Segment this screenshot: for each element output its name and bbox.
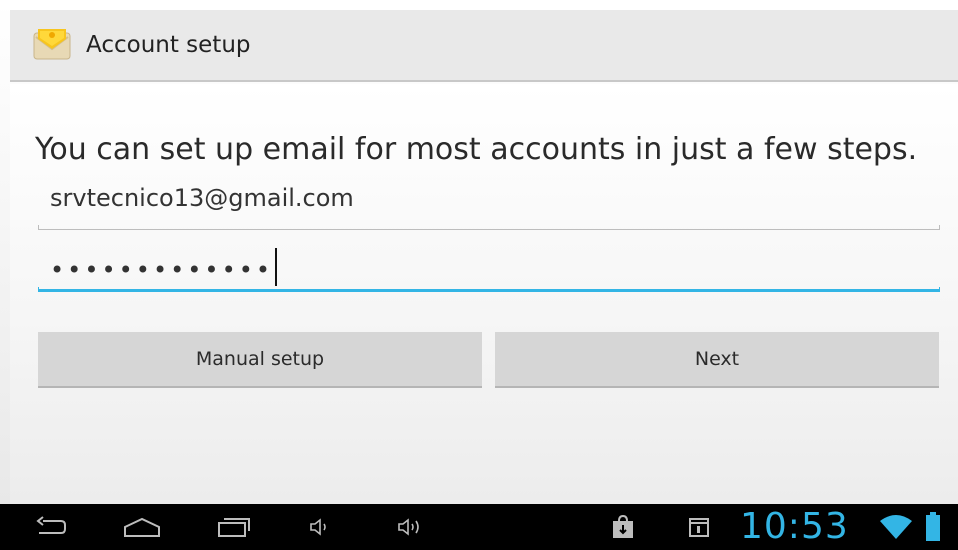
instructions-text: You can set up email for most accounts i… [35, 132, 918, 167]
top-strip [0, 0, 958, 10]
battery-icon [922, 504, 944, 550]
volume-down-icon[interactable] [306, 504, 334, 550]
calendar-icon [684, 504, 714, 550]
next-button[interactable]: Next [495, 332, 939, 388]
recent-apps-icon[interactable] [214, 504, 254, 550]
screen: Account setup You can set up email for m… [0, 0, 958, 550]
password-field[interactable]: ••••••••••••• [38, 246, 940, 292]
email-value: srvtecnico13@gmail.com [50, 184, 354, 212]
action-bar: Account setup [10, 10, 958, 82]
clock-time: 10:53 [740, 506, 849, 547]
email-envelope-icon[interactable] [28, 21, 76, 69]
wifi-icon [878, 504, 914, 550]
password-mask: ••••••••••••• [50, 256, 274, 284]
password-value: ••••••••••••• [50, 248, 278, 290]
back-icon[interactable] [30, 504, 70, 550]
store-bag-icon [608, 504, 638, 550]
email-underline [38, 225, 940, 230]
volume-up-icon[interactable] [394, 504, 428, 550]
system-navigation-bar: 10:53 [0, 504, 958, 550]
manual-setup-button[interactable]: Manual setup [38, 332, 482, 388]
page-title: Account setup [86, 32, 251, 58]
home-icon[interactable] [120, 504, 164, 550]
text-cursor [275, 248, 278, 286]
account-setup-form: You can set up email for most accounts i… [10, 84, 958, 504]
password-underline-focused [38, 287, 940, 292]
email-field[interactable]: srvtecnico13@gmail.com [38, 184, 940, 230]
